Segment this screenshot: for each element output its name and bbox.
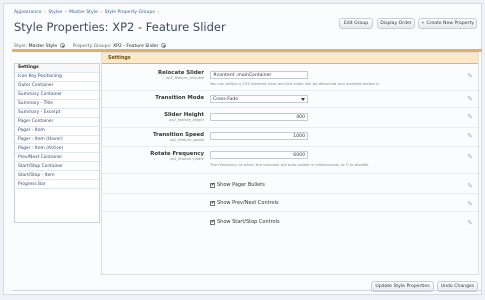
show-start-stop-checkbox[interactable]: ✔ Show Start/Stop Controls — [210, 219, 280, 225]
sidebar-item-start-stop-item[interactable]: Start/Stop - Item — [15, 171, 99, 181]
sidebar-item-pager-item[interactable]: Pager - Item — [15, 127, 99, 136]
breadcrumb-separator: › — [157, 10, 160, 15]
slider-height-input[interactable]: 400 — [210, 113, 308, 121]
slider-height-key: xp2_feature_height — [169, 118, 204, 122]
pencil-icon[interactable]: ✎ — [466, 132, 474, 140]
slider-height-label: Slider Height xp2_feature_height — [164, 112, 204, 122]
checkbox-icon[interactable]: ✔ — [210, 182, 215, 188]
panel-title: Settings — [102, 53, 478, 64]
sidebar-item-outer-container[interactable]: Outer Container — [15, 82, 99, 91]
breadcrumb-item[interactable]: Appearance — [14, 10, 42, 15]
chevron-down-icon[interactable] — [160, 43, 166, 48]
chevron-down-icon[interactable] — [59, 43, 65, 48]
show-prev-next-label: Show Prev/Next Controls — [217, 200, 279, 206]
pencil-icon[interactable]: ✎ — [466, 182, 474, 190]
transition-mode-title: Transition Mode — [155, 95, 204, 101]
edit-group-button[interactable]: Edit Group — [339, 18, 373, 29]
rotate-frequency-hint: The frequency at which the carousel will… — [210, 162, 370, 167]
breadcrumb-separator: › — [44, 10, 46, 15]
show-pager-bullets-checkbox[interactable]: ✔ Show Pager Bullets — [210, 182, 265, 188]
settings-panel: Settings Relocate Slider xp2_feature_rel… — [101, 52, 479, 275]
sidebar-item-start-stop-container[interactable]: Start/Stop Container — [15, 162, 99, 172]
transition-mode-value: Cross-Fade — [213, 96, 239, 102]
show-start-stop-label: Show Start/Stop Controls — [217, 219, 280, 225]
admin-page: Appearance › Styles › Master Style › Sty… — [3, 3, 482, 295]
rotate-frequency-input[interactable]: 6000 — [210, 151, 308, 159]
relocate-slider-hint: You can define a CSS element here and th… — [210, 81, 380, 86]
sidebar-item-summary-container[interactable]: Summary Container — [15, 91, 99, 100]
sidebar-item-icon-key-positioning[interactable]: Icon Key Positioning — [15, 73, 99, 82]
transition-mode-label: Transition Mode — [155, 95, 204, 101]
pencil-icon[interactable]: ✎ — [466, 200, 474, 208]
sidebar-item-progress-bar[interactable]: Progress Bar — [15, 180, 99, 190]
sidebar-item-settings[interactable]: Settings — [15, 64, 99, 73]
breadcrumb-separator: › — [100, 10, 103, 15]
relocate-slider-key: xp2_feature_relocate — [165, 76, 204, 80]
property-sidebar: Settings Icon Key Positioning Outer Cont… — [14, 63, 100, 223]
show-prev-next-checkbox[interactable]: ✔ Show Prev/Next Controls — [210, 200, 279, 206]
transition-speed-label: Transition Speed xp2_feature_speed — [153, 132, 204, 142]
show-pager-bullets-label: Show Pager Bullets — [217, 182, 265, 188]
breadcrumb-item[interactable]: Master Style — [69, 10, 98, 15]
breadcrumb-item[interactable]: Styles — [48, 10, 62, 15]
row-divider — [102, 146, 478, 147]
breadcrumb: Appearance › Styles › Master Style › Sty… — [14, 10, 160, 15]
sidebar-item-prev-next-container[interactable]: Prev/Next Container — [15, 153, 99, 163]
sidebar-item-summary-excerpt[interactable]: Summary - Excerpt — [15, 109, 99, 118]
pencil-icon[interactable]: ✎ — [466, 95, 474, 103]
pencil-icon[interactable]: ✎ — [466, 113, 474, 121]
sidebar-item-pager-container[interactable]: Pager Container — [15, 118, 99, 127]
sidebar-item-summary-title[interactable]: Summary - Title — [15, 100, 99, 109]
checkbox-icon[interactable]: ✔ — [210, 219, 215, 225]
sidebar-item-pager-item-hover[interactable]: Pager - Item (Hover) — [15, 136, 99, 145]
row-divider — [102, 107, 478, 108]
rotate-frequency-key: xp2_feature_rotate — [169, 157, 204, 161]
checkbox-icon[interactable]: ✔ — [210, 200, 215, 206]
pencil-icon[interactable]: ✎ — [466, 153, 474, 161]
display-order-button[interactable]: Display Order — [377, 18, 415, 29]
transition-speed-key: xp2_feature_speed — [169, 138, 204, 142]
footer-divider — [12, 290, 482, 291]
row-divider — [102, 173, 478, 174]
breadcrumb-item[interactable]: Style Property Groups — [105, 10, 155, 15]
pencil-icon[interactable]: ✎ — [466, 72, 474, 80]
row-divider — [102, 90, 478, 91]
transition-speed-input[interactable]: 1000 — [210, 132, 308, 140]
caret-down-icon — [301, 97, 305, 101]
relocate-slider-input[interactable]: #content .mainContainer — [210, 71, 308, 79]
row-divider — [102, 211, 478, 212]
breadcrumb-separator: › — [64, 10, 67, 15]
row-divider — [102, 193, 478, 194]
row-divider — [102, 127, 478, 128]
rotate-frequency-label: Rotate Frequency xp2_feature_rotate — [150, 151, 204, 161]
create-new-property-button[interactable]: + Create New Property — [418, 18, 477, 29]
transition-mode-select[interactable]: Cross-Fade — [210, 95, 308, 103]
relocate-slider-label: Relocate Slider xp2_feature_relocate — [158, 70, 204, 80]
pencil-icon[interactable]: ✎ — [466, 219, 474, 227]
page-title: Style Properties: XP2 - Feature Slider — [14, 20, 226, 34]
sidebar-item-pager-item-active[interactable]: Pager - Item (Active) — [15, 144, 99, 154]
